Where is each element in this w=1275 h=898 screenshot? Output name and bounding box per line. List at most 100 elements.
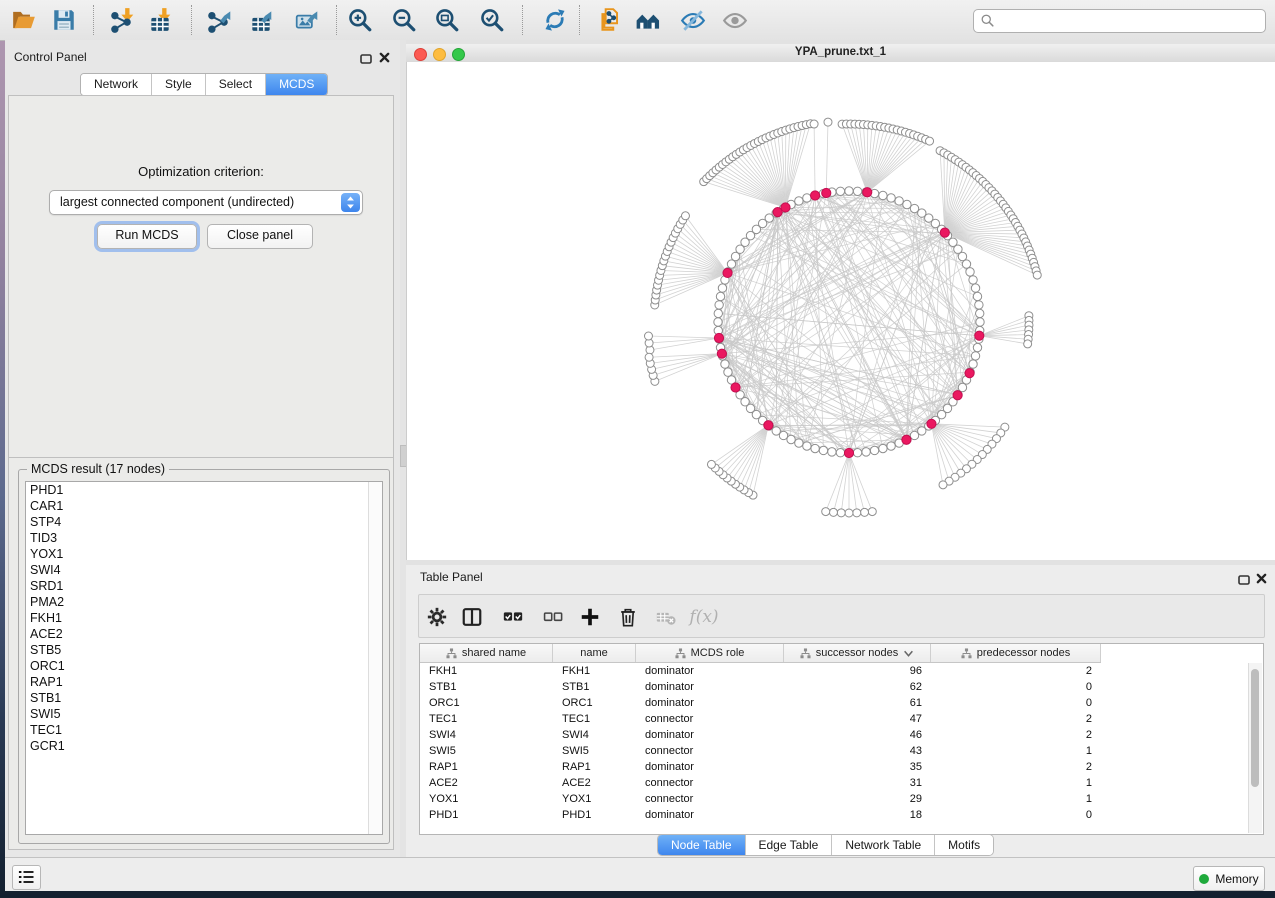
mcds-result-item[interactable]: SWI5 (26, 706, 382, 722)
show-all-button[interactable] (719, 4, 751, 36)
import-network-button[interactable] (107, 4, 139, 36)
table-cell: 2 (931, 727, 1101, 743)
column-header-MCDS-role[interactable]: MCDS role (636, 644, 784, 662)
control-panel: Control Panel NetworkStyleSelectMCDS Opt… (5, 40, 400, 857)
table-cell: 1 (931, 743, 1101, 759)
table-cell: SWI4 (553, 727, 636, 743)
zoom-fit-button[interactable] (431, 4, 463, 36)
tab-mcds[interactable]: MCDS (265, 74, 327, 95)
table-row[interactable]: PHD1PHD1dominator180 (420, 807, 1101, 823)
table-scrollbar-thumb[interactable] (1251, 669, 1259, 787)
network-window-titlebar[interactable]: YPA_prune.txt_1 (406, 44, 1275, 63)
mcds-result-item[interactable]: RAP1 (26, 674, 382, 690)
open-session-button[interactable] (8, 4, 40, 36)
mcds-result-item[interactable]: CAR1 (26, 498, 382, 514)
network-graph[interactable] (407, 62, 1275, 560)
attribute-icon (446, 648, 457, 659)
table-cell: ACE2 (553, 775, 636, 791)
function-builder-button: f(x) (691, 604, 717, 630)
hide-selected-button[interactable] (677, 4, 709, 36)
mcds-result-item[interactable]: SWI4 (26, 562, 382, 578)
mcds-result-item[interactable]: STP4 (26, 514, 382, 530)
column-header-name[interactable]: name (553, 644, 636, 662)
column-header-successor-nodes[interactable]: successor nodes (784, 644, 931, 662)
run-mcds-button[interactable]: Run MCDS (97, 224, 197, 249)
table-row[interactable]: ACE2ACE2connector311 (420, 775, 1101, 791)
close-table-panel-icon[interactable] (1256, 571, 1267, 589)
table-panel-tabs: Node TableEdge TableNetwork TableMotifs (657, 834, 994, 856)
column-header-predecessor-nodes[interactable]: predecessor nodes (931, 644, 1101, 662)
import-table-button[interactable] (144, 4, 176, 36)
zoom-selected-button[interactable] (476, 4, 508, 36)
save-session-button[interactable] (48, 4, 80, 36)
search-input[interactable] (1000, 12, 1259, 30)
apply-layout-button[interactable] (539, 4, 571, 36)
table-row[interactable]: ORC1ORC1dominator610 (420, 695, 1101, 711)
table-cell: FKH1 (553, 663, 636, 679)
mcds-result-item[interactable]: STB1 (26, 690, 382, 706)
optimization-criterion-select[interactable]: largest connected component (undirected) (49, 190, 363, 215)
tab-network-table[interactable]: Network Table (831, 835, 934, 855)
table-settings-button[interactable] (424, 604, 450, 630)
tab-node-table[interactable]: Node Table (658, 835, 745, 855)
table-row[interactable]: YOX1YOX1connector291 (420, 791, 1101, 807)
zoom-out-button[interactable] (388, 4, 420, 36)
delete-column-button[interactable] (615, 604, 641, 630)
mcds-result-item[interactable]: ORC1 (26, 658, 382, 674)
tab-style[interactable]: Style (151, 74, 205, 95)
zoom-in-button[interactable] (344, 4, 376, 36)
table-cell: connector (636, 711, 784, 727)
mcds-result-item[interactable]: TEC1 (26, 722, 382, 738)
tab-edge-table[interactable]: Edge Table (745, 835, 832, 855)
desktop: Control Panel NetworkStyleSelectMCDS Opt… (0, 0, 1275, 898)
table-panel: Table Panel f(x) shared namenameMCDS rol… (406, 565, 1275, 857)
tab-motifs[interactable]: Motifs (934, 835, 993, 855)
table-row[interactable]: SWI4SWI4dominator462 (420, 727, 1101, 743)
mcds-result-item[interactable]: STB5 (26, 642, 382, 658)
table-cell: 2 (931, 663, 1101, 679)
export-image-button[interactable] (291, 4, 323, 36)
export-network-button[interactable] (204, 4, 236, 36)
table-header: shared namenameMCDS rolesuccessor nodesp… (420, 644, 1101, 663)
tab-network[interactable]: Network (81, 74, 151, 95)
table-row[interactable]: SWI5SWI5connector431 (420, 743, 1101, 759)
tab-select[interactable]: Select (205, 74, 265, 95)
close-panel-icon[interactable] (379, 50, 390, 68)
first-neighbors-button[interactable] (632, 4, 664, 36)
mcds-result-item[interactable]: ACE2 (26, 626, 382, 642)
mcds-result-item[interactable]: GCR1 (26, 738, 382, 754)
column-header-shared-name[interactable]: shared name (420, 644, 553, 662)
network-canvas[interactable] (406, 62, 1275, 560)
float-table-panel-icon[interactable] (1238, 572, 1250, 590)
search-box[interactable] (973, 9, 1266, 33)
control-panel-title: Control Panel (14, 50, 87, 64)
mcds-result-item[interactable]: PMA2 (26, 594, 382, 610)
table-row[interactable]: TEC1TEC1connector472 (420, 711, 1101, 727)
table-cell: 47 (784, 711, 931, 727)
list-scrollbar[interactable] (368, 482, 382, 834)
add-column-button[interactable] (577, 604, 603, 630)
export-table-button[interactable] (245, 4, 277, 36)
table-row[interactable]: STB1STB1dominator620 (420, 679, 1101, 695)
table-cell: YOX1 (553, 791, 636, 807)
mcds-result-item[interactable]: TID3 (26, 530, 382, 546)
mcds-result-item[interactable]: PHD1 (26, 482, 382, 498)
mcds-result-item[interactable]: YOX1 (26, 546, 382, 562)
stepper-icon (341, 193, 360, 212)
clone-network-button[interactable] (594, 4, 626, 36)
select-all-button[interactable] (500, 604, 526, 630)
float-panel-icon[interactable] (360, 51, 372, 69)
table-cell: STB1 (420, 679, 553, 695)
show-columns-button[interactable] (459, 604, 485, 630)
mcds-result-item[interactable]: FKH1 (26, 610, 382, 626)
deselect-all-button[interactable] (540, 604, 566, 630)
show-panels-button[interactable] (12, 865, 41, 890)
memory-button[interactable]: Memory (1193, 866, 1265, 891)
mcds-result-item[interactable]: SRD1 (26, 578, 382, 594)
table-cell: connector (636, 791, 784, 807)
table-cell: SWI5 (420, 743, 553, 759)
close-panel-button[interactable]: Close panel (207, 224, 313, 249)
table-row[interactable]: RAP1RAP1dominator352 (420, 759, 1101, 775)
table-scrollbar[interactable] (1248, 663, 1262, 833)
table-row[interactable]: FKH1FKH1dominator962 (420, 663, 1101, 679)
